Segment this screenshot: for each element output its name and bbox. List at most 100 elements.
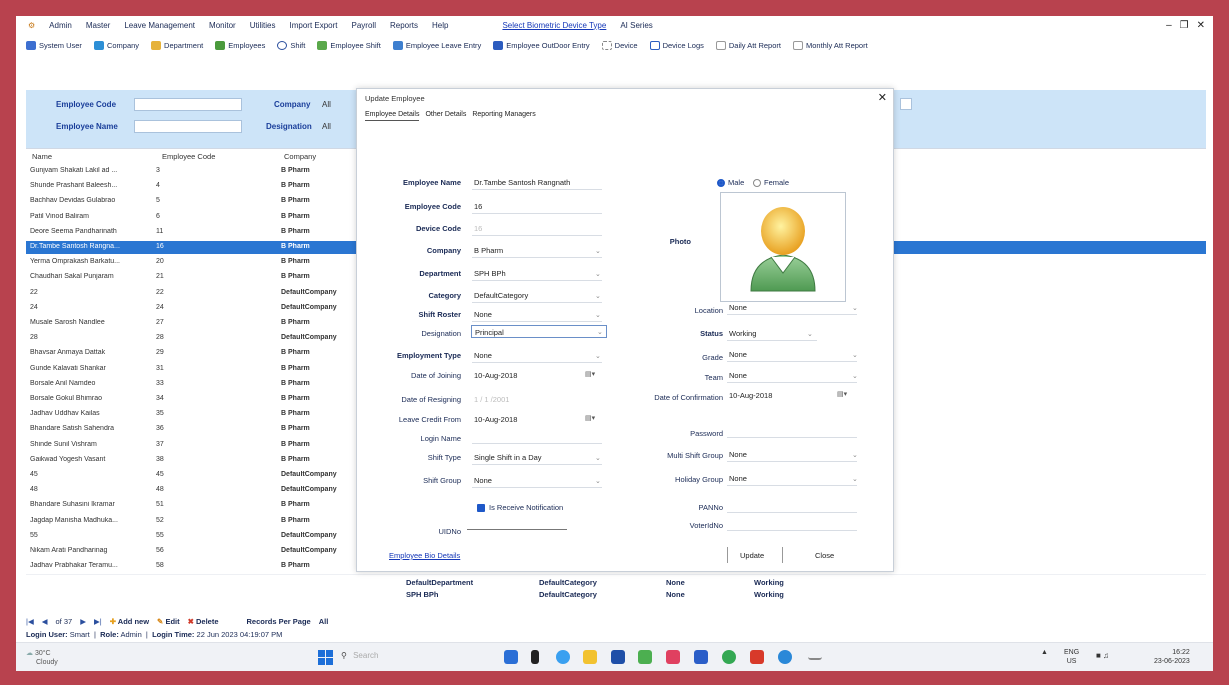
receive-notification-checkbox[interactable]: Is Receive Notification xyxy=(477,503,563,513)
col-name-header[interactable]: Name xyxy=(32,152,52,161)
tab-employee-details[interactable]: Employee Details xyxy=(365,111,420,121)
close-button[interactable]: Close xyxy=(815,551,834,560)
chevron-down-icon[interactable]: ⌄ xyxy=(595,292,601,300)
gender-female-radio[interactable]: Female xyxy=(753,178,789,188)
dialog-close-icon[interactable]: ✕ xyxy=(878,91,887,104)
menu-item-payroll[interactable]: Payroll xyxy=(352,21,376,30)
toolbar-system-user[interactable]: System User xyxy=(26,40,82,50)
app-icon-green[interactable] xyxy=(638,650,652,664)
holiday-group-field[interactable]: None xyxy=(729,474,747,483)
pan-field[interactable] xyxy=(727,512,857,513)
taskbar-search[interactable]: ⚲ Search xyxy=(341,651,378,660)
prev-page-icon[interactable]: ◀ xyxy=(42,617,48,626)
shift-roster-field[interactable]: None xyxy=(474,310,492,319)
category-field[interactable]: DefaultCategory xyxy=(474,291,528,300)
location-field[interactable]: None xyxy=(729,303,747,312)
menu-item-import-export[interactable]: Import Export xyxy=(290,21,338,30)
toolbar-shift[interactable]: Shift xyxy=(277,40,305,50)
employee-name-field[interactable]: Dr.Tambe Santosh Rangnath xyxy=(474,178,570,187)
chevron-down-icon[interactable]: ⌄ xyxy=(595,311,601,319)
word-icon[interactable] xyxy=(694,650,708,664)
app-icon-minimized[interactable] xyxy=(808,650,822,660)
add-new-button[interactable]: ✚ Add new xyxy=(110,617,149,626)
col-company-header[interactable]: Company xyxy=(284,152,316,161)
toolbar-department[interactable]: Department xyxy=(151,40,203,50)
next-page-icon[interactable]: ▶ xyxy=(80,617,86,626)
toolbar-employee-leave-entry[interactable]: Employee Leave Entry xyxy=(392,40,481,50)
menu-item-leave-management[interactable]: Leave Management xyxy=(124,21,195,30)
minimize-icon[interactable]: – xyxy=(1166,20,1172,31)
edge-icon[interactable] xyxy=(778,650,792,664)
delete-button[interactable]: ✖ Delete xyxy=(188,617,219,626)
toolbar-monthly-att-report[interactable]: Monthly Att Report xyxy=(792,40,868,50)
device-type-link[interactable]: Select Biometric Device Type xyxy=(502,21,606,30)
toolbar-device[interactable]: Device xyxy=(601,40,638,50)
chrome-icon[interactable] xyxy=(722,650,736,664)
voter-id-field[interactable] xyxy=(727,530,857,531)
chevron-down-icon[interactable]: ⌄ xyxy=(595,477,601,485)
weather-widget[interactable]: ☁ 30°C Cloudy xyxy=(26,649,58,667)
chevron-down-icon[interactable]: ⌄ xyxy=(852,351,858,359)
calendar-icon[interactable]: ▤▾ xyxy=(837,390,847,398)
chevron-down-icon[interactable]: ⌄ xyxy=(595,352,601,360)
network-volume-icons[interactable]: ■ ♫ xyxy=(1096,651,1109,660)
employment-type-field[interactable]: None xyxy=(474,351,492,360)
employee-code-input[interactable] xyxy=(134,98,242,111)
chevron-down-icon[interactable]: ⌄ xyxy=(595,454,601,462)
chevron-down-icon[interactable]: ⌄ xyxy=(595,270,601,278)
designation-filter-select[interactable]: All xyxy=(322,122,331,131)
widgets-icon[interactable] xyxy=(531,650,539,664)
menu-item-reports[interactable]: Reports xyxy=(390,21,418,30)
multi-shift-group-field[interactable]: None xyxy=(729,450,747,459)
date-of-joining-field[interactable]: 10-Aug-2018 xyxy=(474,371,517,380)
records-per-page-select[interactable]: All xyxy=(319,617,329,626)
app-icon-red[interactable] xyxy=(666,650,680,664)
file-explorer-icon[interactable] xyxy=(583,650,597,664)
department-field[interactable]: SPH BPh xyxy=(474,269,506,278)
leave-credit-from-field[interactable]: 10-Aug-2018 xyxy=(474,415,517,424)
wps-icon[interactable] xyxy=(750,650,764,664)
update-button[interactable]: Update xyxy=(727,547,783,563)
company-filter-select[interactable]: All xyxy=(322,100,331,109)
col-code-header[interactable]: Employee Code xyxy=(162,152,215,161)
toolbar-daily-att-report[interactable]: Daily Att Report xyxy=(715,40,781,50)
start-button[interactable] xyxy=(318,650,333,665)
calendar-icon[interactable]: ▤▾ xyxy=(585,414,595,422)
chevron-down-icon[interactable]: ⌄ xyxy=(595,247,601,255)
tray-overflow-icon[interactable]: ▲ xyxy=(1041,649,1048,656)
employee-name-input[interactable] xyxy=(134,120,242,133)
menu-item-monitor[interactable]: Monitor xyxy=(209,21,236,30)
toolbar-device-logs[interactable]: Device Logs xyxy=(649,40,704,50)
shift-type-field[interactable]: Single Shift in a Day xyxy=(474,453,542,462)
restore-icon[interactable]: ❐ xyxy=(1180,20,1189,31)
tab-reporting-managers[interactable]: Reporting Managers xyxy=(472,111,535,121)
menu-item-admin[interactable]: Admin xyxy=(49,21,72,30)
status-field[interactable]: Working xyxy=(729,329,756,338)
language-indicator[interactable]: ENG US xyxy=(1064,648,1079,666)
shift-group-field[interactable]: None xyxy=(474,476,492,485)
employee-bio-details-link[interactable]: Employee Bio Details xyxy=(389,551,460,560)
chevron-down-icon[interactable]: ⌄ xyxy=(807,330,813,338)
chevron-down-icon[interactable]: ⌄ xyxy=(852,372,858,380)
uid-field[interactable] xyxy=(467,529,567,530)
gender-male-radio[interactable]: Male xyxy=(717,178,744,188)
designation-field[interactable]: Principal ⌄ xyxy=(471,325,607,338)
toolbar-company[interactable]: Company xyxy=(93,40,139,50)
toolbar-employee-outdoor-entry[interactable]: Employee OutDoor Entry xyxy=(493,40,590,50)
menu-item-master[interactable]: Master xyxy=(86,21,110,30)
menu-item-help[interactable]: Help xyxy=(432,21,448,30)
toolbar-employee-shift[interactable]: Employee Shift xyxy=(317,40,381,50)
chat-icon[interactable] xyxy=(556,650,570,664)
chevron-down-icon[interactable]: ⌄ xyxy=(852,304,858,312)
grade-field[interactable]: None xyxy=(729,350,747,359)
chevron-down-icon[interactable]: ⌄ xyxy=(852,475,858,483)
company-field[interactable]: B Pharm xyxy=(474,246,503,255)
task-view-icon[interactable] xyxy=(504,650,518,664)
first-page-icon[interactable]: |◀ xyxy=(26,617,34,626)
clock[interactable]: 16:22 23-06-2023 xyxy=(1154,648,1190,666)
employee-photo[interactable] xyxy=(720,192,846,302)
date-of-confirmation-field[interactable]: 10-Aug-2018 xyxy=(729,391,772,400)
last-page-icon[interactable]: ▶| xyxy=(94,617,102,626)
chevron-down-icon[interactable]: ⌄ xyxy=(852,451,858,459)
edit-button[interactable]: ✎ Edit xyxy=(157,617,180,626)
